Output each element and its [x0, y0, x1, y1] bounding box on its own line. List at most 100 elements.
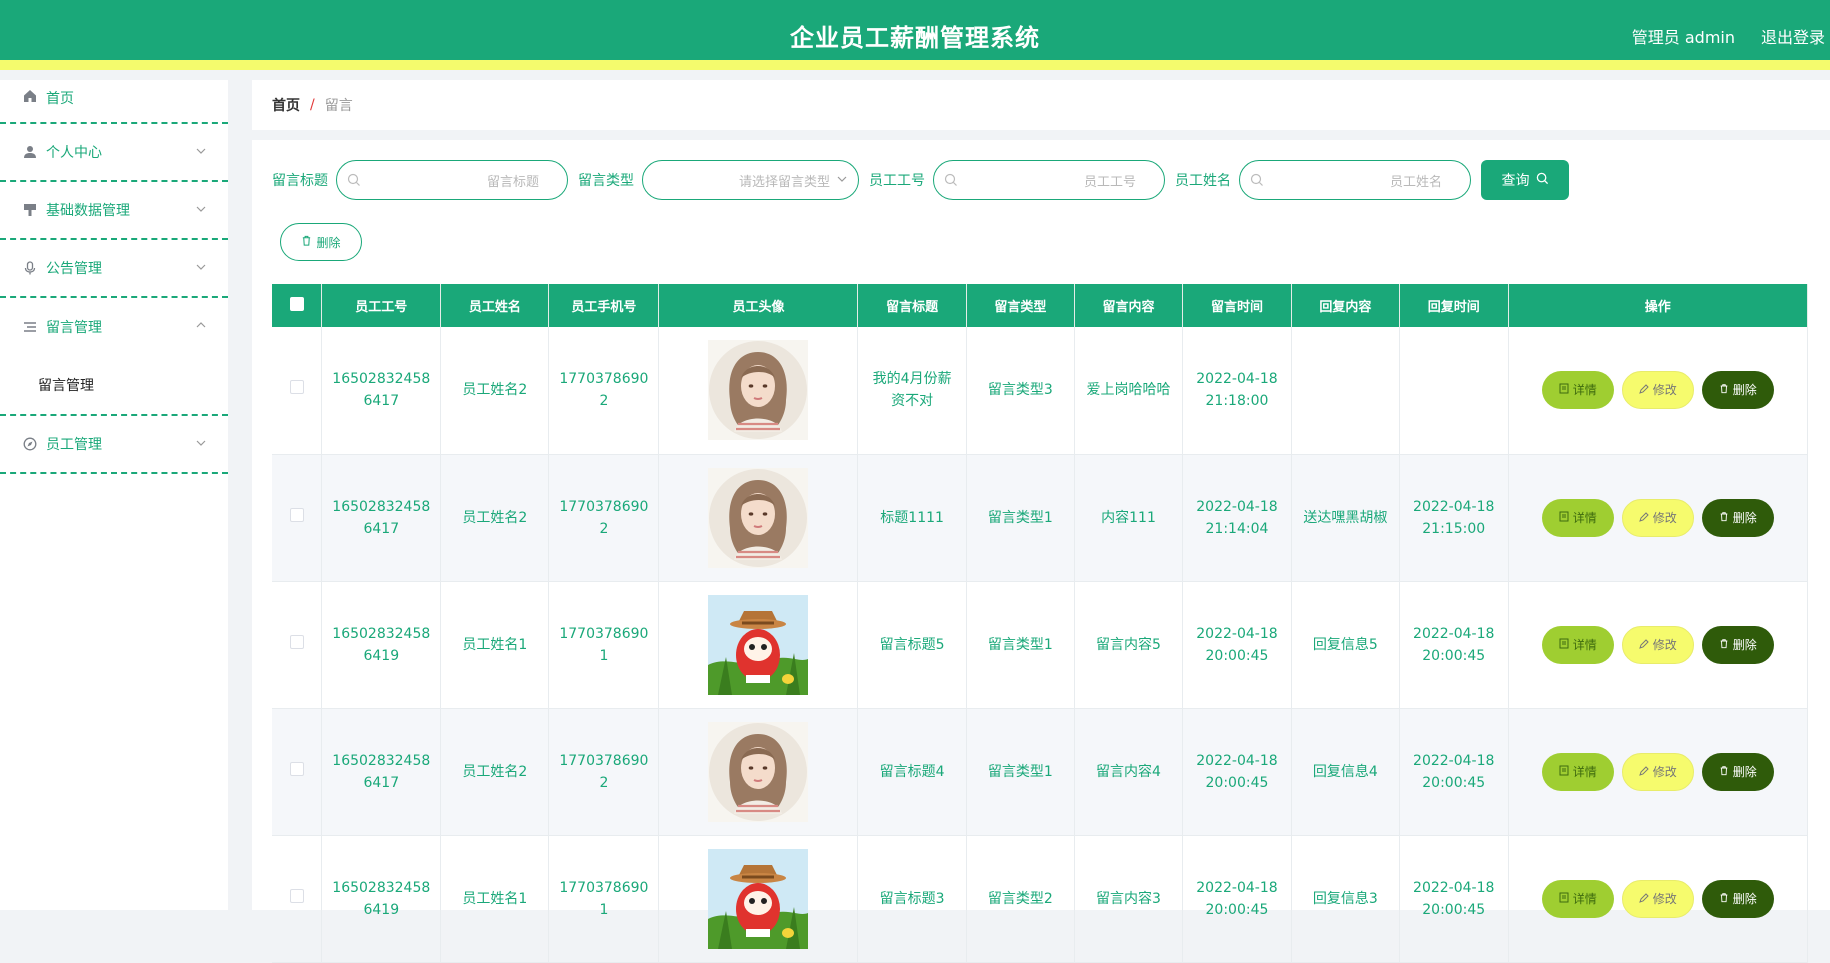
edit-button[interactable]: 修改 — [1621, 879, 1694, 918]
type-filter-select[interactable]: 请选择留言类型 — [642, 160, 859, 200]
cell-name: 员工姓名1 — [440, 835, 550, 963]
breadcrumb-home[interactable]: 首页 — [272, 95, 300, 115]
detail-label: 详情 — [1572, 637, 1597, 652]
cell-type: 留言类型1 — [966, 454, 1075, 582]
batch-delete-button[interactable]: 删除 — [280, 223, 362, 261]
query-button[interactable]: 查询 — [1481, 160, 1569, 200]
edit-label: 修改 — [1652, 891, 1677, 906]
empname-filter-label: 员工姓名 — [1175, 173, 1231, 189]
pencil-icon — [1638, 507, 1649, 529]
select-all-checkbox[interactable] — [289, 296, 304, 311]
cell-reply-time: 2022-04-18 21:15:00 — [1399, 454, 1509, 582]
row-checkbox[interactable] — [289, 761, 304, 776]
cell-reply: 回复信息5 — [1291, 581, 1400, 709]
cell-reply-time: 2022-04-18 20:00:45 — [1399, 708, 1509, 836]
cell-time: 2022-04-18 20:00:45 — [1182, 581, 1292, 709]
delete-button[interactable]: 删除 — [1701, 498, 1774, 537]
edit-button[interactable]: 修改 — [1621, 625, 1694, 664]
search-icon — [944, 173, 958, 191]
sidebar-item-label: 员工管理 — [46, 437, 102, 453]
select-all-header[interactable] — [272, 284, 323, 327]
sidebar-item-profile[interactable]: 个人中心 — [0, 124, 228, 182]
list-icon — [22, 319, 38, 335]
delete-button[interactable]: 删除 — [1701, 752, 1774, 791]
home-icon — [22, 88, 38, 104]
edit-button[interactable]: 修改 — [1621, 498, 1694, 537]
search-icon — [1536, 172, 1549, 189]
empname-filter-input[interactable]: 员工姓名 — [1239, 160, 1471, 200]
detail-label: 详情 — [1572, 383, 1597, 398]
row-actions: 详情 修改 删除 — [1508, 327, 1809, 455]
detail-button[interactable]: 详情 — [1541, 498, 1614, 537]
breadcrumb-separator: / — [310, 97, 315, 113]
cell-title: 留言标题5 — [857, 581, 967, 709]
sidebar-item-label: 基础数据管理 — [46, 203, 130, 219]
pencil-icon — [1638, 761, 1649, 783]
main-panel: 留言标题 留言标题 留言类型 请选择留言类型 员工工号 员工工号 员工姓名 员工… — [252, 140, 1830, 963]
sidebar-item-announcements[interactable]: 公告管理 — [0, 240, 228, 298]
pencil-icon — [1638, 379, 1649, 401]
messages-table: 员工工号 员工姓名 员工手机号 员工头像 留言标题 留言类型 留言内容 留言时间… — [272, 284, 1809, 963]
current-user: 管理员 admin — [1631, 28, 1735, 47]
logout-link[interactable]: 退出登录 — [1761, 24, 1825, 48]
cell-type: 留言类型1 — [966, 581, 1075, 709]
row-checkbox[interactable] — [289, 507, 304, 522]
empname-filter-placeholder: 员工姓名 — [1389, 174, 1442, 190]
compass-icon — [22, 436, 38, 452]
col-header: 回复内容 — [1291, 284, 1400, 327]
row-checkbox[interactable] — [289, 888, 304, 903]
top-header: 企业员工薪酬管理系统 管理员 admin 退出登录 — [0, 0, 1830, 70]
cell-content: 留言内容3 — [1074, 835, 1184, 963]
row-checkbox[interactable] — [289, 634, 304, 649]
delete-button[interactable]: 删除 — [1701, 371, 1774, 410]
sidebar-item-messages[interactable]: 留言管理 — [0, 298, 228, 356]
edit-button[interactable]: 修改 — [1621, 371, 1694, 410]
sidebar-item-employees[interactable]: 员工管理 — [0, 416, 228, 474]
detail-button[interactable]: 详情 — [1541, 371, 1614, 410]
table-row: 16502832458 6417 员工姓名2 1770378690 2 标题1111 留… — [272, 454, 1809, 582]
delete-label: 删除 — [1732, 764, 1757, 779]
type-filter-label: 留言类型 — [578, 173, 634, 189]
delete-button[interactable]: 删除 — [1701, 879, 1774, 918]
row-select-cell[interactable] — [272, 581, 323, 709]
edit-label: 修改 — [1652, 637, 1677, 652]
edit-button[interactable]: 修改 — [1621, 752, 1694, 791]
cell-content: 留言内容5 — [1074, 581, 1184, 709]
row-checkbox[interactable] — [289, 380, 304, 395]
delete-label: 删除 — [1732, 383, 1757, 398]
chevron-down-icon — [196, 202, 206, 218]
row-select-cell[interactable] — [272, 327, 323, 455]
cell-content: 爱上岗哈哈哈 — [1074, 327, 1184, 455]
cell-type: 留言类型1 — [966, 708, 1075, 836]
cell-reply: 回复信息4 — [1291, 708, 1400, 836]
search-icon — [347, 173, 361, 191]
row-select-cell[interactable] — [272, 835, 323, 963]
detail-button[interactable]: 详情 — [1541, 752, 1614, 791]
cell-title: 留言标题4 — [857, 708, 967, 836]
cell-type: 留言类型2 — [966, 835, 1075, 963]
row-select-cell[interactable] — [272, 708, 323, 836]
cell-time: 2022-04-18 21:14:04 — [1182, 454, 1292, 582]
user-icon — [22, 144, 38, 160]
detail-button[interactable]: 详情 — [1541, 625, 1614, 664]
sidebar-item-home[interactable]: 首页 — [0, 80, 228, 124]
sidebar-item-basic-data[interactable]: 基础数据管理 — [0, 182, 228, 240]
delete-label: 删除 — [1732, 637, 1757, 652]
delete-button[interactable]: 删除 — [1701, 625, 1774, 664]
empno-filter-input[interactable]: 员工工号 — [933, 160, 1165, 200]
sidebar-subitem-message-management[interactable]: 留言管理 — [0, 356, 228, 416]
sidebar-item-label: 公告管理 — [46, 261, 102, 277]
sidebar-item-label: 个人中心 — [46, 145, 102, 161]
detail-button[interactable]: 详情 — [1541, 879, 1614, 918]
chevron-down-icon — [196, 436, 206, 452]
cell-emp-no: 16502832458 6417 — [321, 708, 442, 836]
breadcrumb: 首页 / 留言 — [252, 80, 1830, 130]
pencil-icon — [1638, 888, 1649, 910]
col-header: 员工姓名 — [440, 284, 550, 327]
row-select-cell[interactable] — [272, 454, 323, 582]
empno-filter-placeholder: 员工工号 — [1083, 174, 1136, 190]
document-icon — [1559, 888, 1569, 910]
cell-name: 员工姓名1 — [440, 581, 550, 709]
col-header: 操作 — [1508, 284, 1809, 327]
title-filter-input[interactable]: 留言标题 — [336, 160, 568, 200]
